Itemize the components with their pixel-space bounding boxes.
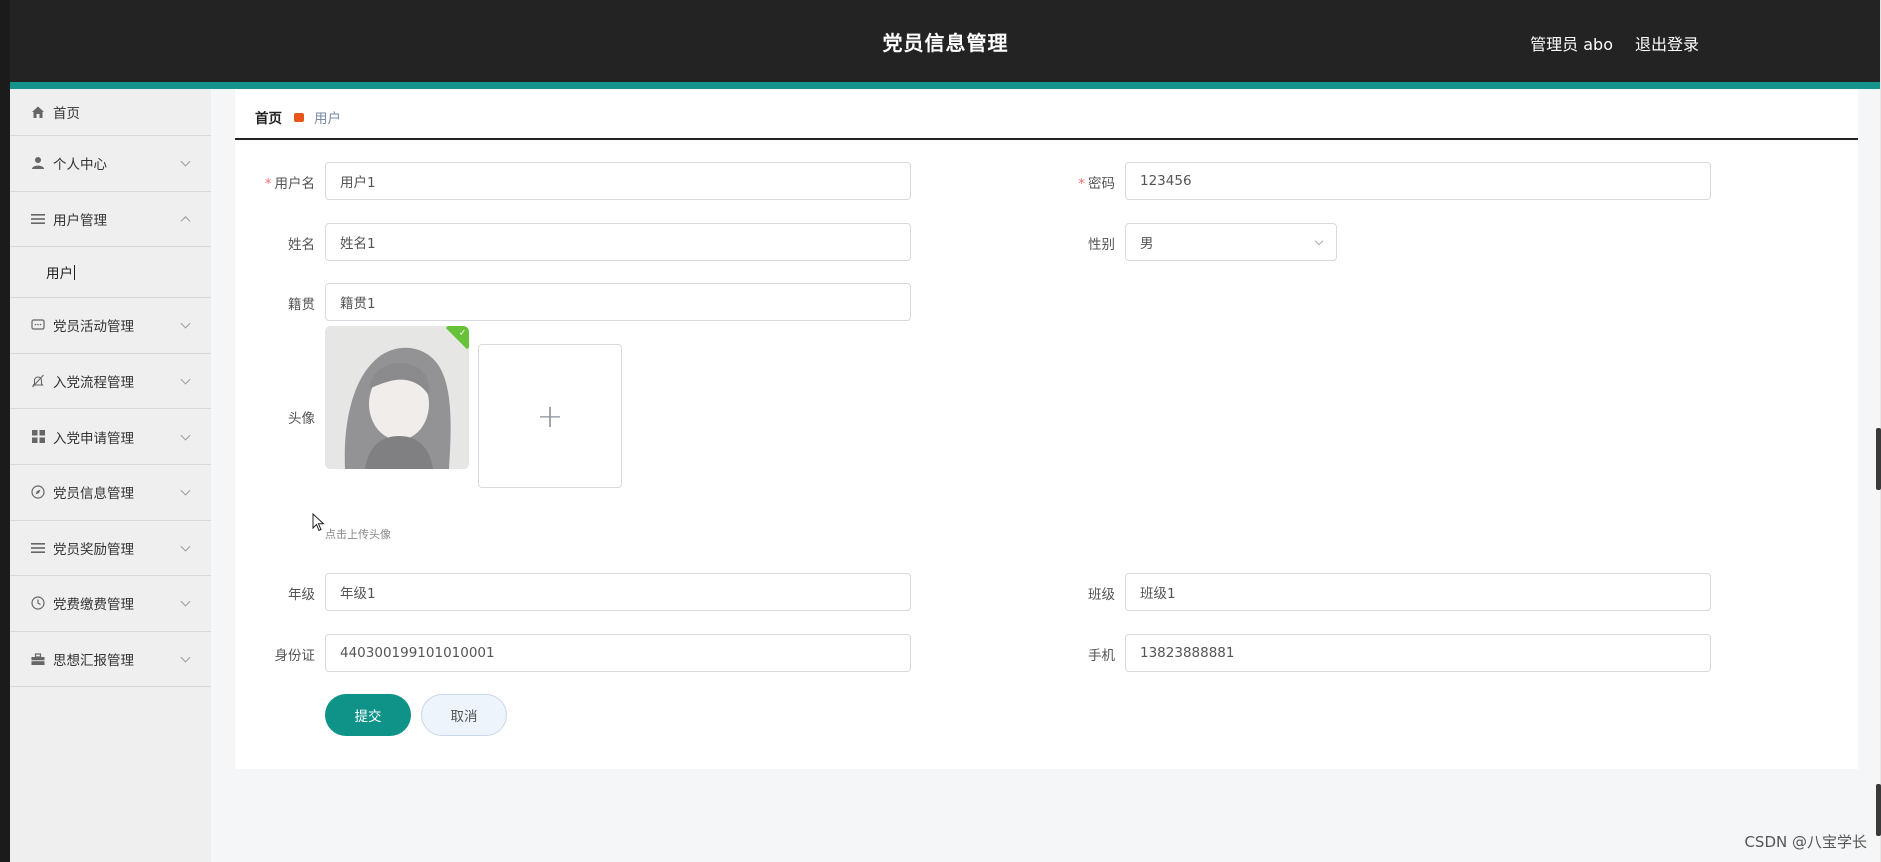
phone-input[interactable]: 13823888881 (1125, 634, 1711, 672)
submit-button[interactable]: 提交 (325, 694, 411, 736)
password-input[interactable]: 123456 (1125, 162, 1711, 200)
id-card-input[interactable]: 440300199101010001 (325, 634, 911, 672)
gender-select-value: 男 (1140, 236, 1154, 252)
main-panel: 首页 用户 * 用户名 用户1 * 密码 123456 姓名 姓名1 性别 男 籍贯… (235, 89, 1858, 769)
clock-icon (30, 595, 46, 611)
required-mark: * (1078, 176, 1085, 192)
sidebar-item-home[interactable]: 首页 (10, 89, 211, 136)
chevron-down-icon (180, 430, 191, 441)
sidebar-subitem-user[interactable]: 用户 (10, 247, 211, 299)
sidebar-subitem-label: 用户 (46, 266, 73, 283)
chevron-down-icon (180, 374, 191, 385)
menu-icon (30, 211, 46, 227)
grade-label: 年级 (288, 587, 315, 603)
hometown-label: 籍贯 (288, 297, 315, 313)
breadcrumb: 首页 用户 (255, 107, 341, 127)
sidebar-item-label: 首页 (53, 106, 80, 122)
sidebar-item-personal-center[interactable]: 个人中心 (10, 136, 211, 192)
chevron-down-icon (180, 541, 191, 552)
text-caret (74, 264, 75, 280)
chevron-down-icon (180, 319, 191, 330)
sidebar-item-dues-management[interactable]: 党费缴费管理 (10, 576, 211, 632)
menu-icon (30, 540, 46, 556)
window-edge (0, 0, 10, 862)
chat-icon (30, 317, 46, 333)
suitcase-icon (30, 651, 46, 667)
current-user: 管理员 abo (1530, 35, 1613, 54)
mouse-cursor-icon (312, 513, 325, 532)
avatar-photo-icon (325, 326, 469, 469)
name-input[interactable]: 姓名1 (325, 223, 911, 261)
sidebar-item-join-process[interactable]: 入党流程管理 (10, 354, 211, 410)
breadcrumb-current: 用户 (314, 111, 341, 127)
sidebar-item-label: 入党申请管理 (53, 430, 134, 447)
sidebar-item-label: 个人中心 (53, 157, 107, 174)
label-text: 用户名 (274, 176, 316, 192)
bell-off-icon (30, 373, 46, 389)
chevron-down-icon (1314, 236, 1324, 246)
avatar-thumbnail[interactable]: ✓ (325, 326, 469, 469)
sidebar-item-activity-management[interactable]: 党员活动管理 (10, 298, 211, 354)
username-label: * 用户名 (235, 172, 315, 192)
avatar-upload-tip: 点击上传头像 (325, 528, 391, 541)
plus-icon: + (536, 397, 564, 435)
class-input[interactable]: 班级1 (1125, 573, 1711, 611)
scrollbar-thumb[interactable] (1876, 784, 1881, 836)
name-label: 姓名 (288, 237, 315, 253)
sidebar-item-label: 党员信息管理 (53, 486, 134, 503)
sidebar-item-report-management[interactable]: 思想汇报管理 (10, 632, 211, 688)
top-header: 党员信息管理 管理员 abo 退出登录 (10, 0, 1881, 82)
user-icon (30, 155, 46, 171)
gender-label: 性别 (1088, 237, 1115, 253)
sidebar-item-label: 思想汇报管理 (53, 653, 134, 670)
breadcrumb-home[interactable]: 首页 (255, 107, 282, 127)
sidebar-item-label: 党费缴费管理 (53, 597, 134, 614)
scrollbar-thumb[interactable] (1876, 428, 1881, 490)
csdn-watermark: CSDN @八宝学长 (1744, 833, 1867, 851)
sidebar-item-reward-management[interactable]: 党员奖励管理 (10, 521, 211, 577)
chevron-up-icon (180, 216, 191, 226)
logout-link[interactable]: 退出登录 (1635, 31, 1699, 55)
sidebar-item-label: 党员活动管理 (53, 319, 134, 336)
phone-label: 手机 (1088, 648, 1115, 664)
chevron-down-icon (180, 652, 191, 663)
breadcrumb-separator-icon (294, 112, 304, 122)
sidebar-item-label: 党员奖励管理 (53, 541, 134, 558)
grade-input[interactable]: 年级1 (325, 573, 911, 611)
sidebar: 首页 个人中心 用户管理 用户 党员活动管理 入党流程管理 入党申请管理 党员信… (10, 89, 211, 862)
sidebar-item-join-application[interactable]: 入党申请管理 (10, 409, 211, 465)
gender-select[interactable]: 男 (1125, 223, 1337, 261)
avatar-upload-button[interactable]: + (478, 344, 622, 488)
header-accent-bar (10, 82, 1881, 89)
label-text: 密码 (1088, 176, 1115, 192)
check-icon: ✓ (458, 328, 467, 339)
avatar-label: 头像 (288, 411, 315, 427)
sidebar-item-user-management[interactable]: 用户管理 (10, 192, 211, 248)
breadcrumb-divider (235, 138, 1858, 140)
sidebar-item-member-info[interactable]: 党员信息管理 (10, 465, 211, 521)
chevron-down-icon (180, 597, 191, 608)
grid-icon (30, 429, 46, 445)
username-input[interactable]: 用户1 (325, 162, 911, 200)
id-card-label: 身份证 (274, 648, 316, 664)
hometown-input[interactable]: 籍贯1 (325, 283, 911, 321)
class-label: 班级 (1088, 587, 1115, 603)
sidebar-item-label: 入党流程管理 (53, 375, 134, 392)
cancel-button[interactable]: 取消 (421, 694, 507, 736)
compass-icon (30, 484, 46, 500)
sidebar-item-label: 用户管理 (53, 212, 107, 229)
home-icon (30, 104, 46, 120)
chevron-down-icon (180, 156, 191, 167)
password-label: * 密码 (1035, 172, 1115, 192)
chevron-down-icon (180, 485, 191, 496)
required-mark: * (264, 176, 272, 192)
